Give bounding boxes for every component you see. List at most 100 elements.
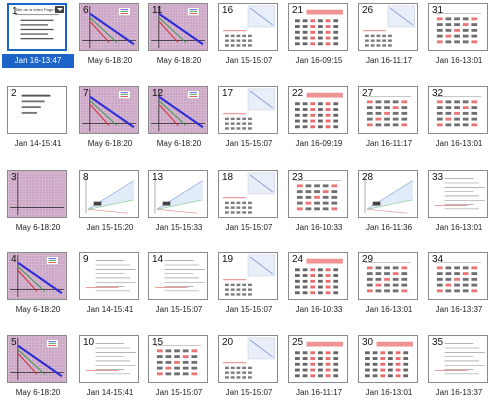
- slide-thumbnail-15[interactable]: 15 Jan 15-15:07: [145, 334, 215, 414]
- slide-timestamp: May 6-18:20: [156, 139, 202, 148]
- slide-thumbnail-3[interactable]: 3 May 6-18:20: [4, 169, 74, 249]
- slide-thumbnail-27[interactable]: 27 Jan 16-11:17: [355, 85, 425, 165]
- slide-thumbnail-17[interactable]: 17 Jan 15-15:07: [215, 85, 285, 165]
- slide-preview[interactable]: 30: [358, 335, 418, 383]
- slide-thumbnail-9[interactable]: 9 Jan 14-15:41: [76, 251, 146, 331]
- slide-preview[interactable]: 16: [218, 3, 278, 51]
- slide-preview[interactable]: 24: [288, 252, 348, 300]
- slide-preview[interactable]: 5: [7, 335, 67, 383]
- slide-preview[interactable]: 33: [428, 170, 488, 218]
- slide-timestamp: Jan 14-15:41: [86, 305, 134, 314]
- slide-preview[interactable]: 12: [148, 86, 208, 134]
- slide-timestamp: May 6-18:20: [15, 388, 61, 397]
- slide-preview[interactable]: 3: [7, 170, 67, 218]
- slide-thumbnail-14[interactable]: 14 Jan 15-15:07: [145, 251, 215, 331]
- slide-timestamp: May 6-18:20: [87, 139, 133, 148]
- slide-number: 30: [362, 337, 374, 348]
- slide-preview[interactable]: 8: [79, 170, 139, 218]
- slide-thumbnail-30[interactable]: 30 Jan 16-13:01: [355, 334, 425, 414]
- slide-preview[interactable]: 31: [428, 3, 488, 51]
- slide-thumbnail-6[interactable]: 6 May 6-18:20: [76, 2, 146, 82]
- slide-thumbnail-32[interactable]: 32 Jan 16-13:01: [425, 85, 495, 165]
- slide-thumbnail-5[interactable]: 5 May 6-18:20: [4, 334, 74, 414]
- slide-thumbnail-21[interactable]: 21 Jan 16-09:15: [285, 2, 355, 82]
- slide-number: 27: [362, 88, 374, 99]
- slide-thumbnail-18[interactable]: 18 Jan 15-15:07: [215, 169, 285, 249]
- slide-preview[interactable]: 23: [288, 170, 348, 218]
- slide-thumbnail-19[interactable]: 19 Jan 15-15:07: [215, 251, 285, 331]
- slide-preview[interactable]: 26: [358, 3, 418, 51]
- slide-preview[interactable]: 10: [79, 335, 139, 383]
- slide-thumbnail-16[interactable]: 16 Jan 15-15:07: [215, 2, 285, 82]
- slide-number: 25: [292, 337, 304, 348]
- slide-thumbnail-26[interactable]: 26 Jan 16-11:17: [355, 2, 425, 82]
- slide-thumbnail-28[interactable]: 28 Jan 16-11:36: [355, 169, 425, 249]
- slide-preview[interactable]: 25: [288, 335, 348, 383]
- slide-number: 20: [222, 337, 234, 348]
- slide-preview[interactable]: 17: [218, 86, 278, 134]
- slide-thumbnail-23[interactable]: 23 Jan 16-10:33: [285, 169, 355, 249]
- slide-preview[interactable]: 32: [428, 86, 488, 134]
- slide-timestamp: Jan 15-15:07: [225, 139, 273, 148]
- slide-number: 28: [362, 172, 374, 183]
- slide-thumbnail-22[interactable]: 22 Jan 16-09:19: [285, 85, 355, 165]
- slide-preview[interactable]: 18: [218, 170, 278, 218]
- slide-preview[interactable]: 11: [148, 3, 208, 51]
- slide-preview[interactable]: 14: [148, 252, 208, 300]
- slide-thumbnail-4[interactable]: 4 May 6-18:20: [4, 251, 74, 331]
- slide-thumbnail-34[interactable]: 34 Jan 16-13:37: [425, 251, 495, 331]
- slide-preview[interactable]: 34: [428, 252, 488, 300]
- slide-number: 4: [11, 254, 17, 265]
- slide-preview[interactable]: 28: [358, 170, 418, 218]
- slide-thumbnail-20[interactable]: 20 Jan 15-15:07: [215, 334, 285, 414]
- slide-thumbnail-10[interactable]: 10 Jan 14-15:41: [76, 334, 146, 414]
- slide-preview[interactable]: 21: [288, 3, 348, 51]
- slide-timestamp: May 6-18:20: [87, 56, 133, 65]
- slide-thumbnail-33[interactable]: 33 Jan 16-13:01: [425, 169, 495, 249]
- slide-number: 19: [222, 254, 234, 265]
- slide-preview[interactable]: 7: [79, 86, 139, 134]
- slide-timestamp: Jan 15-15:07: [225, 388, 273, 397]
- slide-thumbnail-13[interactable]: 13 Jan 15-15:33: [145, 169, 215, 249]
- slide-thumbnail-2[interactable]: 2 Jan 14-15:41: [4, 85, 74, 165]
- slide-preview[interactable]: 19: [218, 252, 278, 300]
- slide-thumbnail-12[interactable]: 12 May 6-18:20: [145, 85, 215, 165]
- slide-number: 22: [292, 88, 304, 99]
- slide-sorter-grid: 1 Title de la video Page Bar Jan 16-13:47 2…: [0, 0, 500, 404]
- slide-thumbnail-1[interactable]: 1 Title de la video Page Bar Jan 16-13:47: [2, 2, 74, 82]
- slide-thumbnail-31[interactable]: 31 Jan 16-13:01: [425, 2, 495, 82]
- slide-timestamp: Jan 16-13:01: [365, 388, 413, 397]
- slide-preview[interactable]: 20: [218, 335, 278, 383]
- slide-number: 21: [292, 5, 304, 16]
- slide-number: 26: [362, 5, 374, 16]
- slide-number: 13: [152, 172, 164, 183]
- slide-preview[interactable]: 9: [79, 252, 139, 300]
- slide-thumbnail-29[interactable]: 29 Jan 16-13:01: [355, 251, 425, 331]
- slide-preview[interactable]: 27: [358, 86, 418, 134]
- slide-preview[interactable]: 35: [428, 335, 488, 383]
- slide-thumbnail-8[interactable]: 8 Jan 15-15:20: [76, 169, 146, 249]
- slide-preview[interactable]: 29: [358, 252, 418, 300]
- slide-thumbnail-25[interactable]: 25 Jan 16-11:17: [285, 334, 355, 414]
- slide-menu-dropdown-icon[interactable]: [55, 6, 64, 13]
- slide-number: 31: [432, 5, 444, 16]
- slide-preview[interactable]: 22: [288, 86, 348, 134]
- slide-number: 34: [432, 254, 444, 265]
- slide-number: 11: [152, 5, 163, 16]
- slide-number: 17: [222, 88, 234, 99]
- slide-preview[interactable]: 2: [7, 86, 67, 134]
- slide-thumbnail-7[interactable]: 7 May 6-18:20: [76, 85, 146, 165]
- slide-timestamp: Jan 16-09:19: [295, 139, 343, 148]
- slide-thumbnail-11[interactable]: 11 May 6-18:20: [145, 2, 215, 82]
- slide-thumbnail-24[interactable]: 24 Jan 16-10:33: [285, 251, 355, 331]
- slide-timestamp: May 6-18:20: [15, 223, 61, 232]
- slide-timestamp: Jan 15-15:07: [155, 388, 203, 397]
- slide-thumbnail-35[interactable]: 35 Jan 16-13:37: [425, 334, 495, 414]
- slide-preview[interactable]: 1 Title de la video Page Bar: [7, 3, 67, 51]
- slide-number: 6: [83, 5, 89, 16]
- slide-preview[interactable]: 4: [7, 252, 67, 300]
- slide-timestamp: Jan 15-15:33: [155, 223, 203, 232]
- slide-preview[interactable]: 15: [148, 335, 208, 383]
- slide-preview[interactable]: 13: [148, 170, 208, 218]
- slide-preview[interactable]: 6: [79, 3, 139, 51]
